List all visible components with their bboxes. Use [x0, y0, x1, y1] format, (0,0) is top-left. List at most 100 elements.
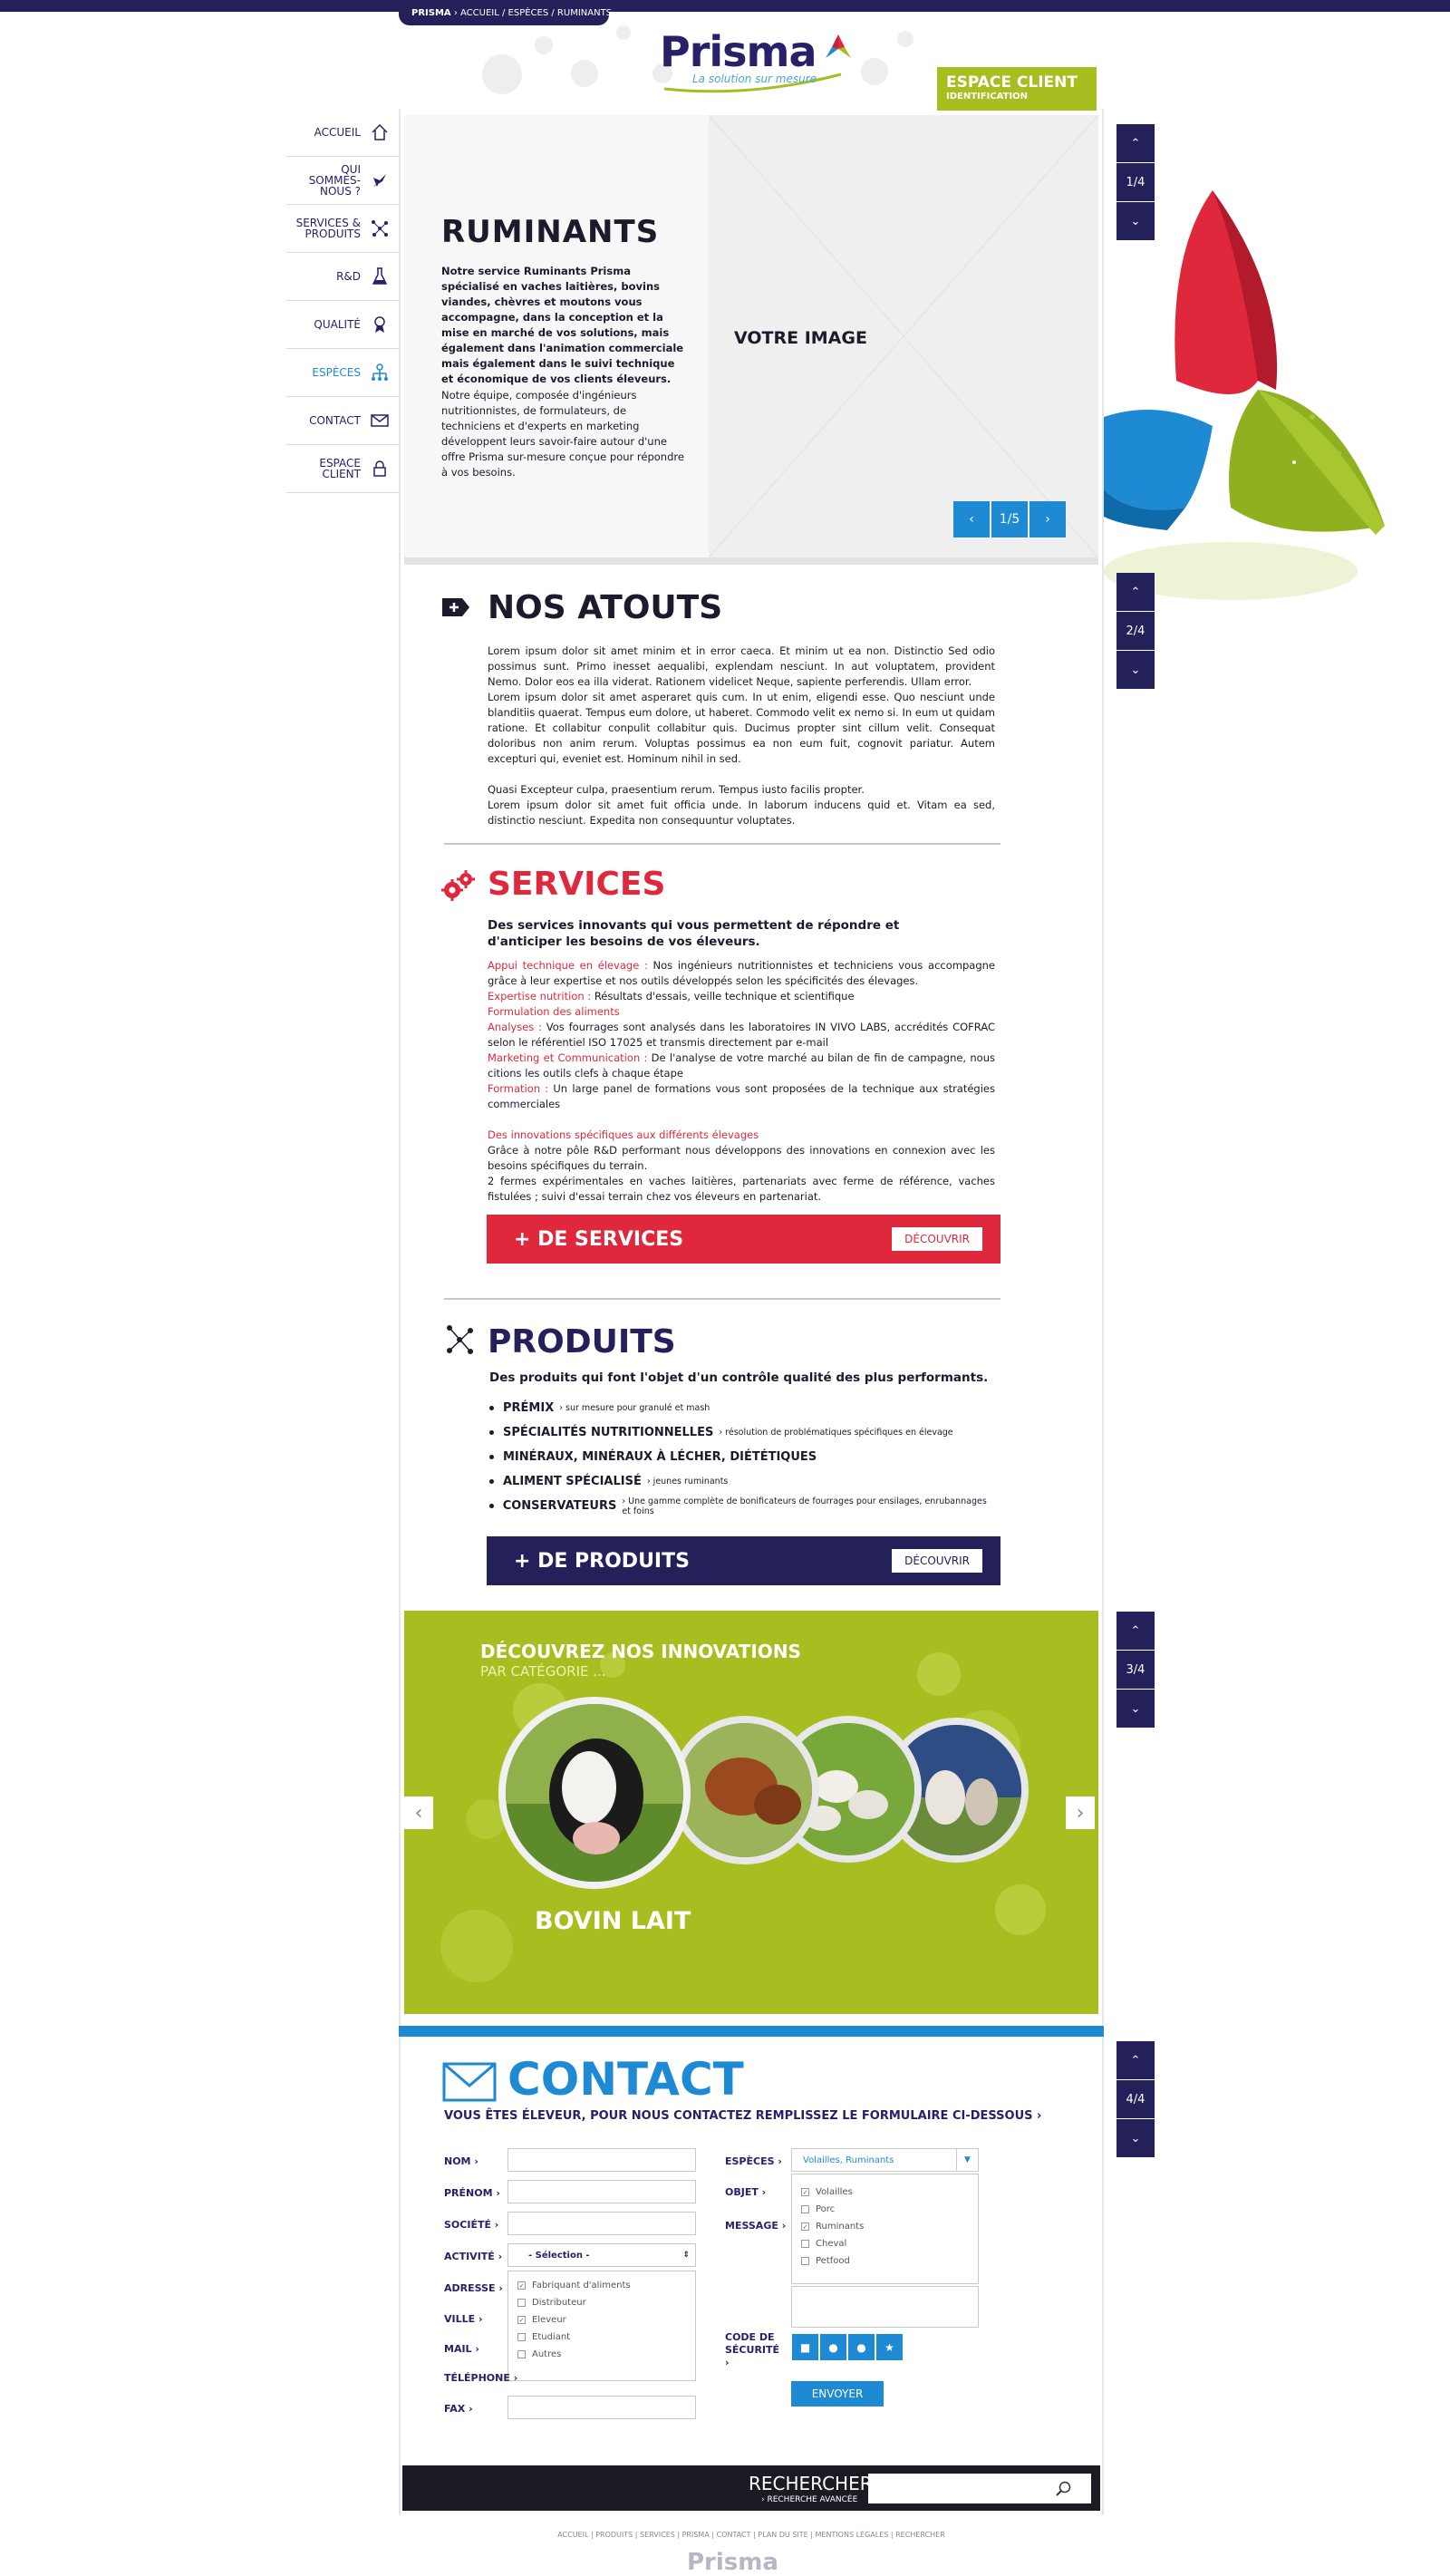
- option-label: Eleveur: [532, 2315, 566, 2325]
- societe-label: SOCIÉTÉ ›: [444, 2219, 499, 2231]
- gears-icon: [441, 870, 475, 901]
- espace-client-label: ESPACE CLIENT: [946, 73, 1078, 92]
- nom-field[interactable]: [508, 2148, 696, 2172]
- activite-option[interactable]: ✓ Eleveur: [517, 2311, 695, 2329]
- produit-item: SPÉCIALITÉS NUTRITIONNELLES › résolution …: [489, 1420, 997, 1445]
- chevron-right-icon: ›: [1076, 1801, 1085, 1825]
- objet-label: OBJET ›: [725, 2186, 767, 2198]
- carousel-prev-button[interactable]: ‹: [404, 1796, 433, 1829]
- nav-contact[interactable]: CONTACT: [286, 397, 399, 445]
- nav-espace-client[interactable]: ESPACE CLIENT: [286, 445, 399, 493]
- activite-options: ✓ Fabriquant d'aliments Distributeur ✓ Ele…: [508, 2271, 696, 2381]
- especes-option[interactable]: Cheval: [801, 2235, 978, 2252]
- checkbox-icon: [517, 2333, 526, 2341]
- nav-services-produits[interactable]: SERVICES & PRODUITS: [286, 205, 399, 253]
- hero-title: RUMINANTS: [441, 214, 660, 250]
- services-item-value: Résultats d'essais, veille technique et …: [591, 990, 855, 1002]
- prenom-label: PRÉNOM ›: [444, 2187, 500, 2199]
- nav-accueil[interactable]: ACCUEIL: [286, 109, 399, 157]
- checkbox-icon: ✓: [517, 2316, 526, 2324]
- produit-desc: › Une gamme complète de bonificateurs de…: [622, 1496, 987, 1516]
- plus-produits-banner[interactable]: + DE PRODUITS DÉCOUVRIR: [487, 1536, 1000, 1585]
- option-label: Ruminants: [816, 2222, 865, 2232]
- bullet-icon: [489, 1479, 494, 1484]
- captcha-circle-button[interactable]: ●: [820, 2334, 846, 2360]
- especes-option[interactable]: Porc: [801, 2201, 978, 2218]
- activite-select[interactable]: - Sélection - ⇕: [508, 2243, 696, 2267]
- espace-client-button[interactable]: ESPACE CLIENT IDENTIFICATION: [937, 67, 1097, 111]
- search-icon[interactable]: [1055, 2480, 1073, 2498]
- pager-up-button[interactable]: ⌃: [1116, 124, 1155, 162]
- prisma-logo[interactable]: Prisma La solution sur mesure: [660, 27, 855, 100]
- prenom-field[interactable]: [508, 2180, 696, 2203]
- innovations-title: DÉCOUVREZ NOS INNOVATIONS: [480, 1641, 801, 1662]
- square-icon: ■: [799, 2340, 811, 2354]
- atouts-title: NOS ATOUTS: [488, 589, 723, 626]
- nav-rd[interactable]: R&D: [286, 253, 399, 301]
- nav-especes[interactable]: ESPÈCES: [286, 349, 399, 397]
- produit-name: ALIMENT SPÉCIALISÉ: [503, 1475, 642, 1488]
- espace-client-sub: IDENTIFICATION: [946, 92, 1029, 102]
- hero-bottom-band: [404, 557, 1098, 565]
- category-bovin-viande[interactable]: [671, 1716, 819, 1864]
- envoyer-button[interactable]: ENVOYER: [791, 2381, 884, 2407]
- activite-select-value: - Sélection -: [528, 2250, 590, 2261]
- checkbox-icon: [801, 2240, 809, 2248]
- nav-qui-sommes-nous[interactable]: QUI SOMMES-NOUS ?: [286, 157, 399, 205]
- breadcrumb-root[interactable]: PRISMA: [411, 8, 451, 18]
- hero-prev-button[interactable]: ‹: [953, 501, 990, 537]
- especes-option[interactable]: Petfood: [801, 2252, 978, 2270]
- activite-option[interactable]: Distributeur: [517, 2294, 695, 2311]
- activite-option[interactable]: Etudiant: [517, 2329, 695, 2346]
- activite-option[interactable]: Autres: [517, 2346, 695, 2363]
- carousel-next-button[interactable]: ›: [1066, 1796, 1095, 1829]
- pager-up-button[interactable]: ⌃: [1116, 1612, 1155, 1650]
- option-label: Etudiant: [532, 2332, 571, 2342]
- plus-services-banner[interactable]: + DE SERVICES DÉCOUVRIR: [487, 1215, 1000, 1264]
- advanced-search-link[interactable]: › RECHERCHE AVANCÉE: [761, 2495, 857, 2504]
- pager-up-button[interactable]: ⌃: [1116, 573, 1155, 611]
- checkbox-icon: [801, 2257, 809, 2265]
- mail-label: MAIL ›: [444, 2343, 479, 2355]
- pager-down-button[interactable]: ⌄: [1116, 202, 1155, 240]
- pager-up-button[interactable]: ⌃: [1116, 2041, 1155, 2079]
- pager-down-button[interactable]: ⌄: [1116, 1690, 1155, 1728]
- fax-field[interactable]: [508, 2396, 696, 2419]
- services-item-value: Vos fourrages sont analysés dans les lab…: [488, 1021, 996, 1049]
- select-arrows-icon: ⇕: [682, 2251, 690, 2260]
- nav-qualite[interactable]: QUALITÉ: [286, 301, 399, 349]
- activite-option[interactable]: ✓ Fabriquant d'aliments: [517, 2277, 695, 2294]
- captcha-square-button[interactable]: ■: [792, 2334, 818, 2360]
- nav-label: ACCUEIL: [314, 126, 361, 139]
- services-item-key: Appui technique en élevage :: [488, 959, 648, 972]
- decouvrir-produits-button[interactable]: DÉCOUVRIR: [892, 1549, 982, 1573]
- pager-down-button[interactable]: ⌄: [1116, 2119, 1155, 2157]
- captcha-star-button[interactable]: ★: [876, 2334, 903, 2360]
- services-item: Formulation des aliments: [488, 1004, 995, 1020]
- flask-icon: [368, 265, 392, 288]
- breadcrumb-path[interactable]: ACCUEIL / ESPÈCES / RUMINANTS: [460, 8, 612, 18]
- services-item-key: Marketing et Communication :: [488, 1051, 648, 1064]
- especes-option[interactable]: ✓ Volailles: [801, 2184, 978, 2201]
- societe-field[interactable]: [508, 2212, 696, 2235]
- captcha-dot-button[interactable]: ●: [848, 2334, 875, 2360]
- breadcrumb-sep: ›: [450, 8, 461, 18]
- message-field[interactable]: [791, 2286, 979, 2328]
- chevron-left-icon: ‹: [414, 1801, 423, 1825]
- pager-down-button[interactable]: ⌄: [1116, 651, 1155, 689]
- category-bovin-lait[interactable]: [498, 1697, 691, 1889]
- option-label: Distributeur: [532, 2298, 586, 2308]
- chevron-right-icon: ›: [1045, 512, 1050, 527]
- circle-icon: ●: [828, 2340, 838, 2354]
- footer-links[interactable]: ACCUEIL | PRODUITS | SERVICES | PRISMA |…: [399, 2531, 1104, 2539]
- nav-label: SERVICES & PRODUITS: [295, 217, 361, 240]
- especes-select[interactable]: Volailles, Ruminants ▼: [791, 2148, 979, 2172]
- chevron-up-icon: ⌃: [1130, 136, 1141, 150]
- star-icon: ★: [884, 2340, 894, 2354]
- especes-option[interactable]: ✓ Ruminants: [801, 2218, 978, 2235]
- hero-next-button[interactable]: ›: [1030, 501, 1066, 537]
- decouvrir-services-button[interactable]: DÉCOUVRIR: [892, 1227, 982, 1251]
- atouts-p1: Lorem ipsum dolor sit amet minim et in e…: [488, 644, 995, 688]
- medal-icon: [368, 313, 392, 336]
- checkbox-icon: ✓: [801, 2188, 809, 2196]
